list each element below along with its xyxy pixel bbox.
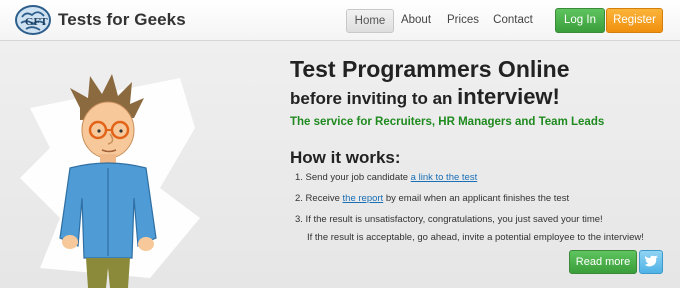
site-header: GFT Tests for Geeks Home About Prices Co… xyxy=(0,0,680,41)
register-button[interactable]: Register xyxy=(606,8,663,33)
step-2: 2. Receive the report by email when an a… xyxy=(295,193,569,204)
step-2-text: 2. Receive xyxy=(295,193,343,204)
step-2-suffix: by email when an applicant finishes the … xyxy=(383,193,570,204)
nav-prices[interactable]: Prices xyxy=(446,9,480,31)
twitter-button[interactable] xyxy=(639,250,663,274)
brain-logo-icon[interactable]: GFT xyxy=(14,3,52,37)
login-button[interactable]: Log In xyxy=(555,8,605,33)
hero-title: Test Programmers Online xyxy=(290,56,570,82)
hero-subtitle-emphasis: interview! xyxy=(457,84,560,109)
twitter-bird-icon xyxy=(644,255,658,267)
hero-subtitle-prefix: before inviting to an xyxy=(290,89,458,108)
nav-contact[interactable]: Contact xyxy=(492,9,534,31)
brand-name[interactable]: Tests for Geeks xyxy=(58,10,186,30)
report-link[interactable]: the report xyxy=(343,193,384,204)
geek-character xyxy=(20,74,200,288)
nav-about[interactable]: About xyxy=(398,9,434,31)
read-more-button[interactable]: Read more xyxy=(569,250,637,274)
svg-text:GFT: GFT xyxy=(25,16,48,28)
tagline: The service for Recruiters, HR Managers … xyxy=(290,116,605,128)
how-it-works-heading: How it works: xyxy=(290,148,401,167)
hero-subtitle: before inviting to an interview! xyxy=(290,84,560,110)
test-link[interactable]: a link to the test xyxy=(411,172,478,183)
step-1: 1. Send your job candidate a link to the… xyxy=(295,172,477,183)
nav-home[interactable]: Home xyxy=(346,9,394,33)
step-1-text: 1. Send your job candidate xyxy=(295,172,411,183)
step-3: 3. If the result is unsatisfactory, cong… xyxy=(295,214,603,225)
step-3-continued: If the result is acceptable, go ahead, i… xyxy=(307,232,644,243)
